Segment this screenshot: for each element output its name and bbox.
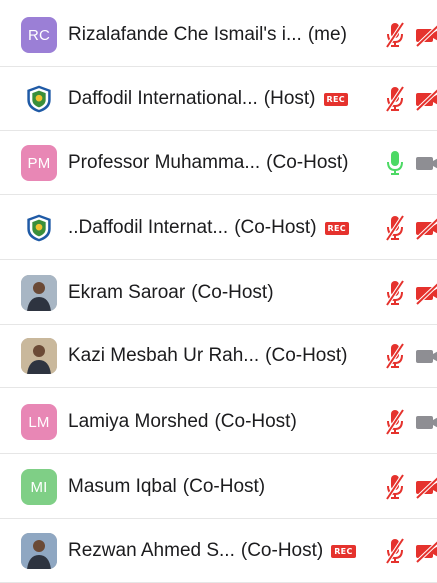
avatar-photo <box>21 533 57 569</box>
participant-name-line: Kazi Mesbah Ur Rah... (Co-Host) <box>68 345 347 367</box>
row-divider <box>0 453 437 454</box>
recording-badge: REC <box>323 92 348 106</box>
microphone-icon <box>387 151 403 175</box>
microphone-muted-icon <box>385 342 405 370</box>
participant-role: (Co-Host) <box>182 476 266 497</box>
participant-row[interactable]: LM Lamiya Morshed (Co-Host) <box>0 390 437 454</box>
status-icons <box>383 196 437 260</box>
avatar-initials: PM <box>21 145 57 181</box>
participant-row[interactable]: Daffodil International... (Host) REC <box>0 67 437 131</box>
status-icons <box>383 3 437 67</box>
avatar-initials-text: MI <box>30 478 48 496</box>
camera-icon <box>416 350 437 363</box>
avatar-initials: RC <box>21 17 57 53</box>
participant-name-line: Rezwan Ahmed S... (Co-Host) REC <box>68 540 356 562</box>
avatar-logo <box>21 81 57 117</box>
microphone-muted-icon <box>385 537 405 565</box>
avatar-initials-text: RC <box>27 26 51 44</box>
microphone-muted-icon <box>385 21 405 49</box>
camera-off-icon <box>415 88 437 111</box>
profile-photo <box>21 338 57 374</box>
participant-row[interactable]: MI Masum Iqbal (Co-Host) <box>0 455 437 519</box>
microphone-muted-icon <box>385 408 405 436</box>
participant-name: Masum Iqbal <box>68 476 177 497</box>
profile-photo <box>21 533 57 569</box>
profile-photo <box>21 275 57 311</box>
avatar-photo <box>21 275 57 311</box>
participant-name: Rezwan Ahmed S... <box>68 540 235 561</box>
participant-role: (Co-Host) <box>240 540 324 561</box>
participant-name: Kazi Mesbah Ur Rah... <box>68 345 260 366</box>
participant-name-line: Lamiya Morshed (Co-Host) <box>68 411 297 433</box>
avatar-photo <box>21 338 57 374</box>
participant-name-line: Rizalafande Che Ismail's i... (me) <box>68 24 347 46</box>
participant-name-line: Masum Iqbal (Co-Host) <box>68 476 265 498</box>
avatar-initials-text: PM <box>27 154 51 172</box>
avatar-initials: MI <box>21 469 57 505</box>
camera-off-icon <box>415 24 437 47</box>
status-icons <box>383 131 437 195</box>
camera-off-icon <box>415 282 437 305</box>
camera-icon <box>416 157 437 170</box>
participant-role: (Co-Host) <box>265 345 348 366</box>
participant-name: Professor Muhamma... <box>68 152 261 173</box>
status-icons <box>383 390 437 454</box>
participant-row[interactable]: PM Professor Muhamma... (Co-Host) <box>0 131 437 195</box>
status-icons <box>383 261 437 325</box>
participant-name-line: ..Daffodil Internat... (Co-Host) REC <box>68 217 349 239</box>
participant-row[interactable]: ..Daffodil Internat... (Co-Host) REC <box>0 196 437 260</box>
participant-role: (me) <box>307 24 347 45</box>
avatar-initials-text: LM <box>28 413 50 431</box>
status-icons <box>383 324 437 388</box>
participant-name: Ekram Saroar <box>68 282 186 303</box>
participant-name-line: Professor Muhamma... (Co-Host) <box>68 152 349 174</box>
participant-name: Lamiya Morshed <box>68 411 209 432</box>
camera-off-icon <box>415 476 437 499</box>
camera-icon <box>416 416 437 429</box>
participant-row[interactable]: Kazi Mesbah Ur Rah... (Co-Host) <box>0 324 437 388</box>
row-divider <box>0 194 437 195</box>
status-icons <box>383 67 437 131</box>
participant-name-line: Daffodil International... (Host) REC <box>68 88 348 110</box>
participant-row[interactable]: Ekram Saroar (Co-Host) <box>0 261 437 325</box>
participant-row[interactable]: RC Rizalafande Che Ismail's i... (me) <box>0 3 437 67</box>
participant-role: (Co-Host) <box>266 152 349 173</box>
participant-role: (Co-Host) <box>234 217 317 238</box>
university-logo-icon <box>27 85 51 113</box>
recording-badge: REC <box>331 544 356 558</box>
microphone-muted-icon <box>385 279 405 307</box>
row-divider <box>0 387 437 388</box>
camera-off-icon <box>415 540 437 563</box>
participant-name: Daffodil International... <box>68 88 258 109</box>
participant-name: ..Daffodil Internat... <box>68 217 229 238</box>
recording-badge: REC <box>324 221 349 235</box>
participants-list: RC Rizalafande Che Ismail's i... (me) Daffo… <box>0 0 437 583</box>
microphone-muted-icon <box>385 473 405 501</box>
avatar-logo <box>21 210 57 246</box>
status-icons <box>383 455 437 519</box>
participant-name: Rizalafande Che Ismail's i... <box>68 24 302 45</box>
participant-role: (Co-Host) <box>214 411 297 432</box>
participant-row[interactable]: Rezwan Ahmed S... (Co-Host) REC <box>0 519 437 583</box>
participant-role: (Host) <box>263 88 316 109</box>
participant-role: (Co-Host) <box>191 282 274 303</box>
avatar-initials: LM <box>21 404 57 440</box>
camera-off-icon <box>415 217 437 240</box>
university-logo-icon <box>27 214 51 242</box>
row-divider <box>0 259 437 260</box>
participant-name-line: Ekram Saroar (Co-Host) <box>68 282 274 304</box>
microphone-muted-icon <box>385 214 405 242</box>
microphone-muted-icon <box>385 85 405 113</box>
status-icons <box>383 519 437 583</box>
